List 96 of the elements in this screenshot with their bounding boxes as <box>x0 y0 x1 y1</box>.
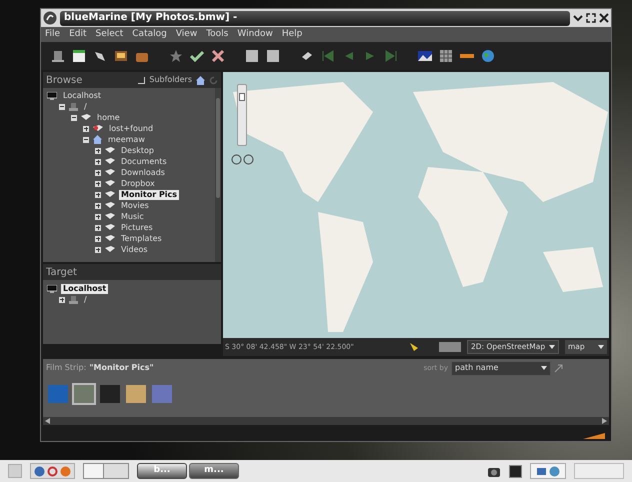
tree-item[interactable]: lost+found <box>107 124 156 134</box>
panel-title: Browse <box>46 74 84 88</box>
tree-item[interactable]: Downloads <box>119 168 167 178</box>
collapse-toggle[interactable] <box>71 114 77 120</box>
panel-title: Target <box>46 266 77 280</box>
image-icon[interactable] <box>114 49 128 63</box>
pan-icon[interactable] <box>231 154 255 165</box>
calendar-icon[interactable] <box>72 49 86 63</box>
scrollbar[interactable] <box>215 88 221 262</box>
caret-icon <box>549 345 555 349</box>
expand-toggle[interactable] <box>95 246 101 252</box>
tree-item[interactable]: Localhost <box>61 284 108 294</box>
tree-item[interactable]: Localhost <box>61 90 104 100</box>
checkbox-label: Subfolders <box>149 74 192 86</box>
network-icon[interactable] <box>536 466 547 476</box>
tree-item[interactable]: Pictures <box>119 222 155 232</box>
expand-toggle[interactable] <box>95 202 101 208</box>
pin-icon[interactable] <box>409 342 419 352</box>
window-title: blueMarine [My Photos.bmw] - <box>64 13 238 23</box>
right-arrow-icon[interactable] <box>602 418 607 424</box>
film-strip-label: Film Strip: <box>46 362 86 374</box>
picture-icon[interactable] <box>266 49 280 63</box>
drive-icon <box>69 296 78 304</box>
expand-toggle[interactable] <box>95 224 101 230</box>
landmass <box>543 247 603 292</box>
thumbnail[interactable] <box>72 383 96 405</box>
expand-toggle[interactable] <box>95 148 101 154</box>
expand-toggle[interactable] <box>95 158 101 164</box>
menu-item[interactable]: Edit <box>69 30 86 39</box>
menu-item[interactable]: Select <box>96 30 124 39</box>
check-icon[interactable] <box>190 49 204 63</box>
close-icon[interactable] <box>599 13 609 23</box>
folder-icon <box>81 114 91 121</box>
tree-item[interactable]: Music <box>119 212 146 222</box>
tree-item[interactable]: / <box>82 294 89 304</box>
caret-icon <box>541 366 547 370</box>
last-icon[interactable] <box>384 49 398 63</box>
computer-icon <box>47 284 57 292</box>
expand-toggle[interactable] <box>95 214 101 220</box>
minimize-icon[interactable] <box>573 13 583 23</box>
collapse-toggle[interactable] <box>59 104 65 110</box>
star-icon[interactable] <box>169 49 183 63</box>
caret-icon <box>598 345 604 349</box>
tree-item[interactable]: Templates <box>119 234 164 244</box>
grid-icon[interactable] <box>439 49 453 63</box>
tree-item[interactable]: Desktop <box>119 146 156 156</box>
cross-icon[interactable] <box>211 49 225 63</box>
horizontal-scrollbar[interactable] <box>43 417 609 425</box>
expand-toggle[interactable] <box>59 296 65 302</box>
menu-item[interactable]: Window <box>237 30 273 39</box>
thumbnail[interactable] <box>98 383 122 405</box>
menu-item[interactable]: Help <box>282 30 302 39</box>
app-icon <box>43 11 57 25</box>
signal-icon <box>583 433 605 439</box>
menu-item[interactable]: File <box>45 30 60 39</box>
expand-toggle[interactable] <box>95 236 101 242</box>
tree-item[interactable]: / <box>82 102 89 112</box>
hat-icon[interactable] <box>51 49 65 63</box>
collapse-toggle[interactable] <box>83 136 89 142</box>
home-icon[interactable] <box>196 76 205 84</box>
tree-item[interactable]: meemaw <box>106 134 147 144</box>
tree-item[interactable]: Monitor Pics <box>119 190 180 200</box>
thumbnail[interactable] <box>124 383 148 405</box>
zoom-slider[interactable] <box>237 84 247 146</box>
sort-dropdown[interactable]: path name <box>451 360 551 376</box>
slider-thumb[interactable] <box>239 92 245 101</box>
folder-name: "Monitor Pics" <box>89 362 155 374</box>
folder-icon <box>93 125 103 132</box>
tree-item[interactable]: Dropbox <box>119 178 157 188</box>
menu-item[interactable]: Tools <box>206 30 228 39</box>
picture-icon[interactable] <box>245 49 259 63</box>
lifebuoy-icon[interactable] <box>47 466 58 476</box>
workspace-switcher[interactable] <box>83 463 129 479</box>
tree-item[interactable]: Movies <box>119 200 151 210</box>
subfolders-checkbox[interactable] <box>138 76 146 84</box>
menu-item[interactable]: View <box>176 30 198 39</box>
expand-toggle[interactable] <box>95 192 101 198</box>
task-button[interactable]: m... <box>189 463 239 479</box>
expand-toggle[interactable] <box>95 170 101 176</box>
menu-item[interactable]: Catalog <box>132 30 167 39</box>
tree-item[interactable]: Documents <box>119 156 169 166</box>
thumbnail[interactable] <box>150 383 174 405</box>
home-icon <box>93 135 102 144</box>
drive-icon <box>69 102 78 110</box>
tray-icon[interactable] <box>509 464 522 478</box>
expand-toggle[interactable] <box>83 126 89 132</box>
tree-item[interactable]: Videos <box>119 244 150 254</box>
arrow-icon[interactable] <box>554 364 563 372</box>
thumbnail[interactable] <box>46 383 70 405</box>
expand-toggle[interactable] <box>95 180 101 186</box>
tree-item[interactable]: home <box>95 112 122 122</box>
left-arrow-icon[interactable] <box>45 418 50 424</box>
landscape-icon[interactable] <box>418 49 432 63</box>
first-icon[interactable] <box>321 49 335 63</box>
maximize-icon[interactable] <box>586 13 596 23</box>
computer-icon <box>47 92 57 100</box>
